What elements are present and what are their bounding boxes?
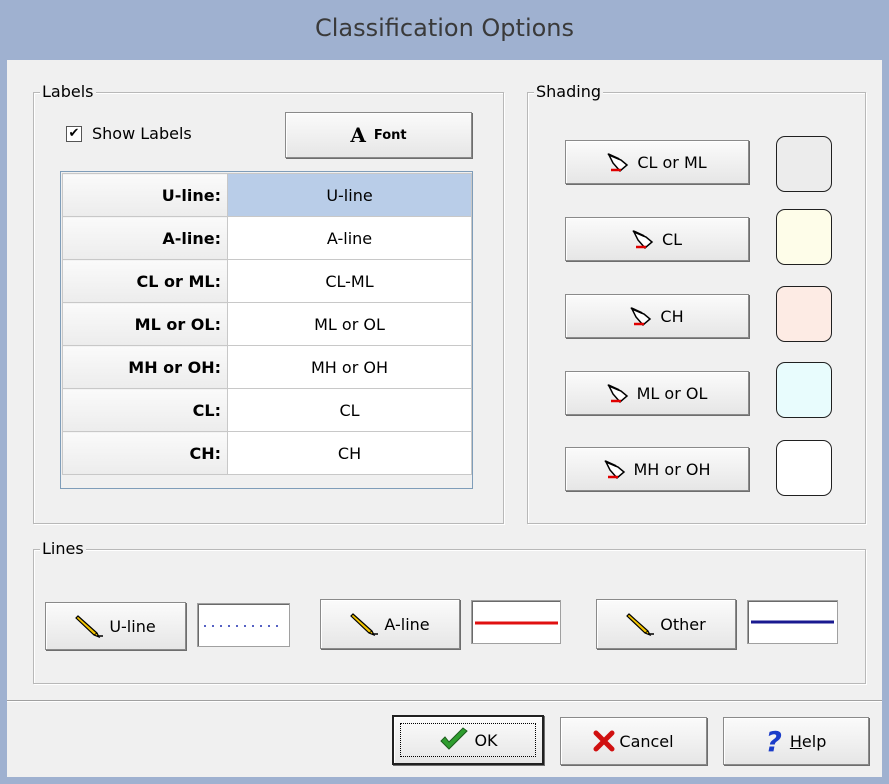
line-button-label: U-line [109, 616, 156, 636]
lines-group-title: Lines [40, 539, 86, 558]
shade-swatch-ch[interactable] [776, 286, 832, 342]
shading-group-title: Shading [534, 82, 603, 101]
paint-fill-icon [630, 305, 656, 327]
shade-button-label: CL or ML [637, 152, 707, 172]
other-line-preview [747, 600, 838, 644]
row-key: MH or OH: [62, 345, 228, 389]
row-value-cell[interactable]: U-line [227, 173, 472, 217]
row-key: CH: [62, 431, 228, 475]
paint-fill-icon [607, 151, 633, 173]
shade-swatch-cl[interactable] [776, 209, 832, 265]
cancel-button[interactable]: Cancel [560, 717, 707, 765]
row-key: U-line: [62, 173, 228, 217]
paint-fill-icon [603, 458, 630, 480]
font-icon: A [350, 123, 366, 147]
shade-ml-or-ol-button[interactable]: ML or OL [565, 371, 749, 415]
other-line-style-button[interactable]: Other [596, 599, 736, 649]
row-value-cell[interactable]: CH [227, 431, 472, 475]
help-question-icon: ? [765, 724, 782, 758]
table-row: ML or OL: ML or OL [62, 302, 472, 346]
cancel-button-label: Cancel [619, 731, 674, 751]
shade-swatch-mh-or-oh[interactable] [776, 440, 832, 496]
help-mnemonic: H [789, 731, 802, 751]
pencil-icon [75, 613, 105, 639]
show-labels-text: Show Labels [92, 124, 192, 143]
row-key: A-line: [62, 216, 228, 260]
paint-fill-icon [607, 382, 633, 404]
ok-button[interactable]: OK [392, 715, 544, 765]
font-button-label: Font [373, 127, 407, 143]
shade-cl-or-ml-button[interactable]: CL or ML [565, 140, 749, 184]
help-button[interactable]: ? Help [723, 717, 869, 765]
row-key: CL: [62, 388, 228, 432]
shade-button-label: ML or OL [636, 383, 708, 403]
table-row: CL: CL [62, 388, 472, 432]
pencil-icon [626, 611, 656, 637]
line-button-label: A-line [384, 614, 430, 634]
shade-button-label: CH [660, 306, 684, 326]
table-row: U-line: U-line [62, 173, 472, 217]
shade-button-label: CL [661, 229, 683, 249]
footer-separator [7, 700, 882, 702]
shade-swatch-cl-or-ml[interactable] [776, 136, 832, 192]
shade-cl-button[interactable]: CL [565, 217, 749, 261]
row-value-cell[interactable]: ML or OL [227, 302, 472, 346]
row-key: CL or ML: [62, 259, 228, 303]
close-x-icon [593, 730, 615, 752]
a-line-preview [471, 600, 561, 644]
table-row: CL or ML: CL-ML [62, 259, 472, 303]
help-rest: elp [801, 731, 827, 751]
a-line-style-button[interactable]: A-line [320, 599, 460, 649]
row-value-cell[interactable]: A-line [227, 216, 472, 260]
row-value-cell[interactable]: CL-ML [227, 259, 472, 303]
title-bar: Classification Options [0, 0, 889, 60]
row-value-cell[interactable]: CL [227, 388, 472, 432]
labels-group-title: Labels [40, 82, 96, 101]
help-button-label: Help [790, 732, 826, 751]
shade-ch-button[interactable]: CH [565, 294, 749, 338]
shade-mh-or-oh-button[interactable]: MH or OH [565, 447, 749, 491]
table-row: CH: CH [62, 431, 472, 475]
pencil-icon [350, 611, 380, 637]
u-line-preview [197, 603, 290, 647]
shade-swatch-ml-or-ol[interactable] [776, 362, 832, 418]
table-row: A-line: A-line [62, 216, 472, 260]
font-button[interactable]: A Font [285, 112, 472, 158]
shade-button-label: MH or OH [633, 459, 711, 479]
show-labels-check[interactable]: ✔ [66, 125, 82, 142]
line-button-label: Other [660, 614, 706, 634]
dialog-title: Classification Options [314, 14, 575, 42]
labels-table: U-line: U-line A-line: A-line CL or ML: … [62, 173, 472, 475]
row-value-cell[interactable]: MH or OH [227, 345, 472, 389]
show-labels-checkbox[interactable]: ✔ Show Labels [66, 124, 192, 143]
paint-fill-icon [632, 228, 658, 250]
row-key: ML or OL: [62, 302, 228, 346]
table-row: MH or OH: MH or OH [62, 345, 472, 389]
u-line-style-button[interactable]: U-line [45, 602, 186, 650]
